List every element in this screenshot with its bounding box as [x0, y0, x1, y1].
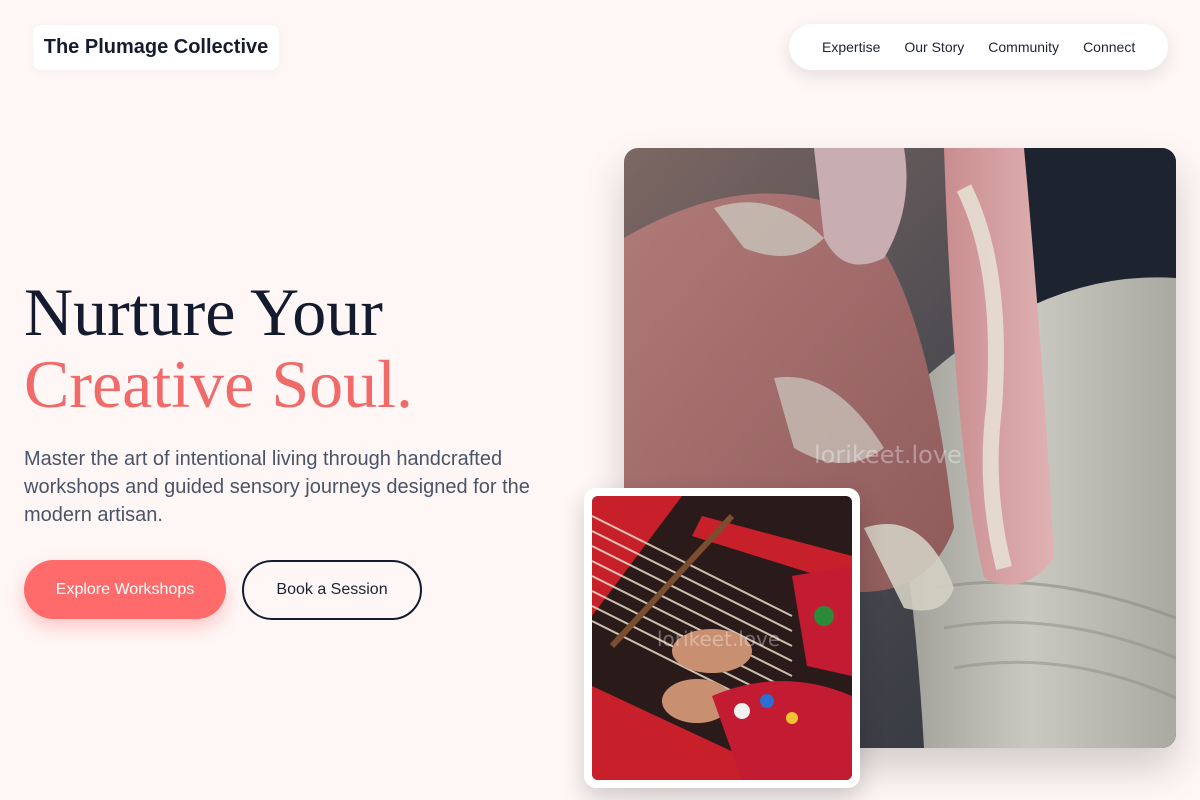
weaving-loom-image: lorikeet.love	[592, 496, 852, 780]
headline-line-1: Nurture Your	[24, 274, 383, 350]
brand-logo[interactable]: The Plumage Collective	[33, 25, 279, 70]
svg-text:lorikeet.love: lorikeet.love	[814, 441, 962, 469]
headline-line-2: Creative Soul.	[24, 346, 414, 422]
nav-link-connect[interactable]: Connect	[1083, 39, 1135, 55]
nav-link-community[interactable]: Community	[988, 39, 1059, 55]
inset-image-frame: lorikeet.love	[584, 488, 860, 788]
brand-name: The Plumage Collective	[43, 36, 269, 58]
svg-text:lorikeet.love: lorikeet.love	[657, 627, 780, 651]
hero-headline: Nurture Your Creative Soul.	[24, 276, 413, 420]
hero-description: Master the art of intentional living thr…	[24, 448, 530, 526]
explore-workshops-button[interactable]: Explore Workshops	[24, 560, 226, 619]
nav-link-our-story[interactable]: Our Story	[904, 39, 964, 55]
nav-link-expertise[interactable]: Expertise	[822, 39, 880, 55]
top-navigation: Expertise Our Story Community Connect	[789, 24, 1168, 70]
book-session-button[interactable]: Book a Session	[242, 560, 422, 620]
